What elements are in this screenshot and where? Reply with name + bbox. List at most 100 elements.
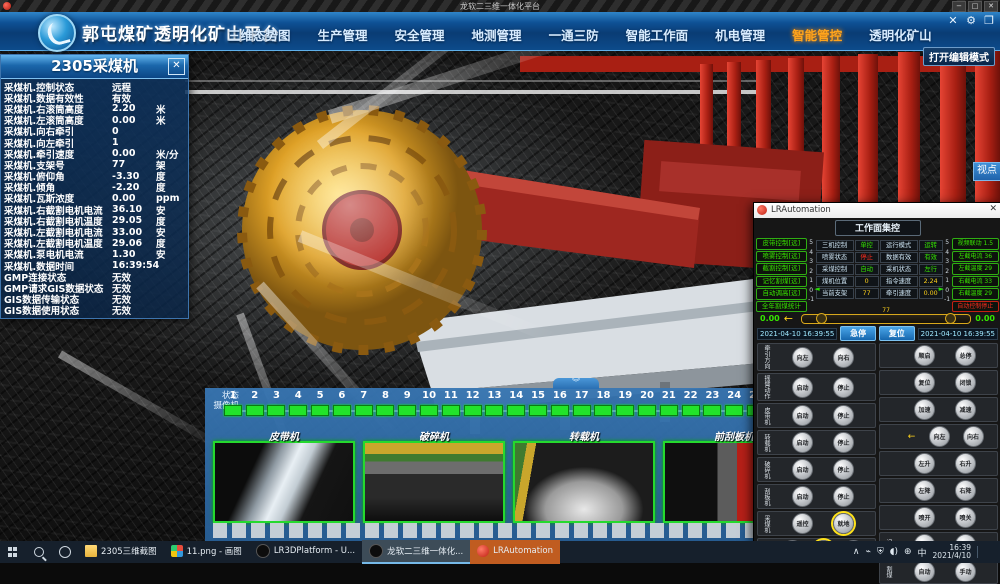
channel-item[interactable]: 13 <box>484 390 506 416</box>
control-button[interactable]: 复位 <box>914 372 935 393</box>
viewpoint-tab[interactable]: 视点 <box>973 162 1000 181</box>
channel-item[interactable]: 11 <box>440 390 462 416</box>
channel-item[interactable]: 3 <box>266 390 288 416</box>
nav-item[interactable]: 机电管理 <box>715 25 765 44</box>
channel-item[interactable]: 19 <box>614 390 636 416</box>
ime-indicator[interactable]: 中 <box>918 546 927 559</box>
control-button[interactable]: 向右 <box>833 347 854 368</box>
control-button[interactable]: 右升 <box>955 453 976 474</box>
minimize-button[interactable]: − <box>952 1 966 12</box>
taskbar-app[interactable]: LRAutomation <box>470 540 560 564</box>
channel-item[interactable]: 5 <box>309 390 331 416</box>
control-button[interactable]: 喷关 <box>955 507 976 528</box>
nav-item[interactable]: 智能工作面 <box>626 25 689 44</box>
status-box[interactable]: 右截温度 29 <box>952 288 999 300</box>
channel-item[interactable]: 1 <box>222 390 244 416</box>
panel-close-icon[interactable]: ✕ <box>168 58 185 75</box>
channel-item[interactable]: 23 <box>702 390 724 416</box>
control-button[interactable]: 停止 <box>833 486 854 507</box>
control-button[interactable]: 自动 <box>914 561 935 582</box>
taskbar-app[interactable]: 龙软二三维一体化... <box>362 540 470 564</box>
channel-item[interactable]: 10 <box>418 390 440 416</box>
channel-item[interactable]: 20 <box>636 390 658 416</box>
clock[interactable]: 16:39 2021/4/10 <box>933 544 971 560</box>
nav-item[interactable]: 安全管理 <box>395 25 445 44</box>
search-icon[interactable] <box>26 541 52 563</box>
status-box[interactable]: 视频联动 1.5 <box>952 238 999 250</box>
camera-thumb[interactable]: 转载机 <box>513 428 655 523</box>
nav-item[interactable]: 生产管理 <box>318 25 368 44</box>
channel-item[interactable]: 14 <box>505 390 527 416</box>
control-button[interactable]: 加速 <box>914 399 935 420</box>
channel-item[interactable]: 7 <box>353 390 375 416</box>
tray-expand-icon[interactable]: ∧ <box>853 547 860 557</box>
status-box[interactable]: 左截温度 29 <box>952 263 999 275</box>
control-button[interactable]: 启动 <box>792 432 813 453</box>
control-button[interactable]: 停止 <box>833 459 854 480</box>
status-box[interactable]: 自动控制停止 <box>952 301 999 313</box>
nav-item[interactable]: 地测管理 <box>472 25 522 44</box>
lrautomation-close-icon[interactable]: ✕ <box>989 204 997 214</box>
control-button[interactable]: 停止 <box>833 377 854 398</box>
control-button[interactable]: 遥控 <box>792 513 813 534</box>
nav-item[interactable]: 透明化矿山 <box>869 25 932 44</box>
camera-feed-image[interactable] <box>363 441 505 523</box>
taskbar-app[interactable]: 2305三维截图 <box>78 540 164 564</box>
camera-thumb[interactable]: 破碎机 <box>363 428 505 523</box>
estop-button[interactable]: 急停 <box>840 326 876 341</box>
remote-mode-button[interactable]: 喷雾控制[远] <box>756 251 807 263</box>
notification-icon[interactable] <box>977 546 996 558</box>
control-button[interactable]: 左升 <box>914 453 935 474</box>
channel-item[interactable]: 8 <box>375 390 397 416</box>
cortana-icon[interactable] <box>52 541 78 563</box>
control-button[interactable]: 启动 <box>792 405 813 426</box>
nav-item[interactable]: 一通三防 <box>549 25 599 44</box>
reset-button[interactable]: 复位 <box>879 326 915 341</box>
control-button[interactable]: 向左 <box>929 426 950 447</box>
channel-item[interactable]: 9 <box>396 390 418 416</box>
remote-mode-button[interactable]: 截割控制[远] <box>756 263 807 275</box>
network-globe-icon[interactable]: ⊕ <box>904 547 912 557</box>
control-button[interactable]: 顺启 <box>914 345 935 366</box>
control-button[interactable]: 启动 <box>792 377 813 398</box>
tools-icon[interactable]: ✕ <box>946 14 960 27</box>
channel-item[interactable]: 4 <box>287 390 309 416</box>
start-button[interactable] <box>0 541 26 563</box>
channel-item[interactable]: 17 <box>571 390 593 416</box>
control-button[interactable]: 减速 <box>955 399 976 420</box>
channel-item[interactable]: 15 <box>527 390 549 416</box>
camera-feed-image[interactable] <box>213 441 355 523</box>
window-layout-icon[interactable]: ❐ <box>982 14 996 27</box>
channel-item[interactable]: 12 <box>462 390 484 416</box>
control-button[interactable]: 总停 <box>955 345 976 366</box>
open-edit-mode-button[interactable]: 打开编辑模式 <box>923 47 995 66</box>
control-button[interactable]: 左降 <box>914 480 935 501</box>
remote-mode-button[interactable]: 记忆割煤[远] <box>756 276 807 288</box>
control-button[interactable]: 喷开 <box>914 507 935 528</box>
nav-item[interactable]: 三维态势图 <box>228 25 291 44</box>
taskbar-app[interactable]: 11.png - 画图 <box>164 540 249 564</box>
control-button[interactable]: 启动 <box>792 486 813 507</box>
status-box[interactable]: 右截电流 33 <box>952 276 999 288</box>
remote-mode-button[interactable]: 自动调高[远] <box>756 288 807 300</box>
camera-thumb[interactable]: 皮带机 <box>213 428 355 523</box>
settings-gear-icon[interactable]: ⚙ <box>964 14 978 27</box>
control-button[interactable]: 就地 <box>833 513 854 534</box>
control-button[interactable]: 向右 <box>963 426 984 447</box>
nav-item[interactable]: 智能管控 <box>792 25 842 44</box>
channel-item[interactable]: 22 <box>680 390 702 416</box>
remote-mode-button[interactable]: 皮带控制[远] <box>756 238 807 250</box>
defender-shield-icon[interactable]: ⛨ <box>877 547 884 557</box>
channel-item[interactable]: 2 <box>244 390 266 416</box>
control-button[interactable]: 右降 <box>955 480 976 501</box>
control-button[interactable]: 闭锁 <box>955 372 976 393</box>
channel-item[interactable]: 21 <box>658 390 680 416</box>
control-button[interactable]: 手动 <box>955 561 976 582</box>
channel-item[interactable]: 16 <box>549 390 571 416</box>
close-button[interactable]: ✕ <box>984 1 998 12</box>
channel-item[interactable]: 24 <box>723 390 745 416</box>
control-button[interactable]: 停止 <box>833 432 854 453</box>
remote-mode-button[interactable]: 全年割煤统计 <box>756 301 807 313</box>
status-box[interactable]: 左截电流 36 <box>952 251 999 263</box>
control-button[interactable]: 停止 <box>833 405 854 426</box>
